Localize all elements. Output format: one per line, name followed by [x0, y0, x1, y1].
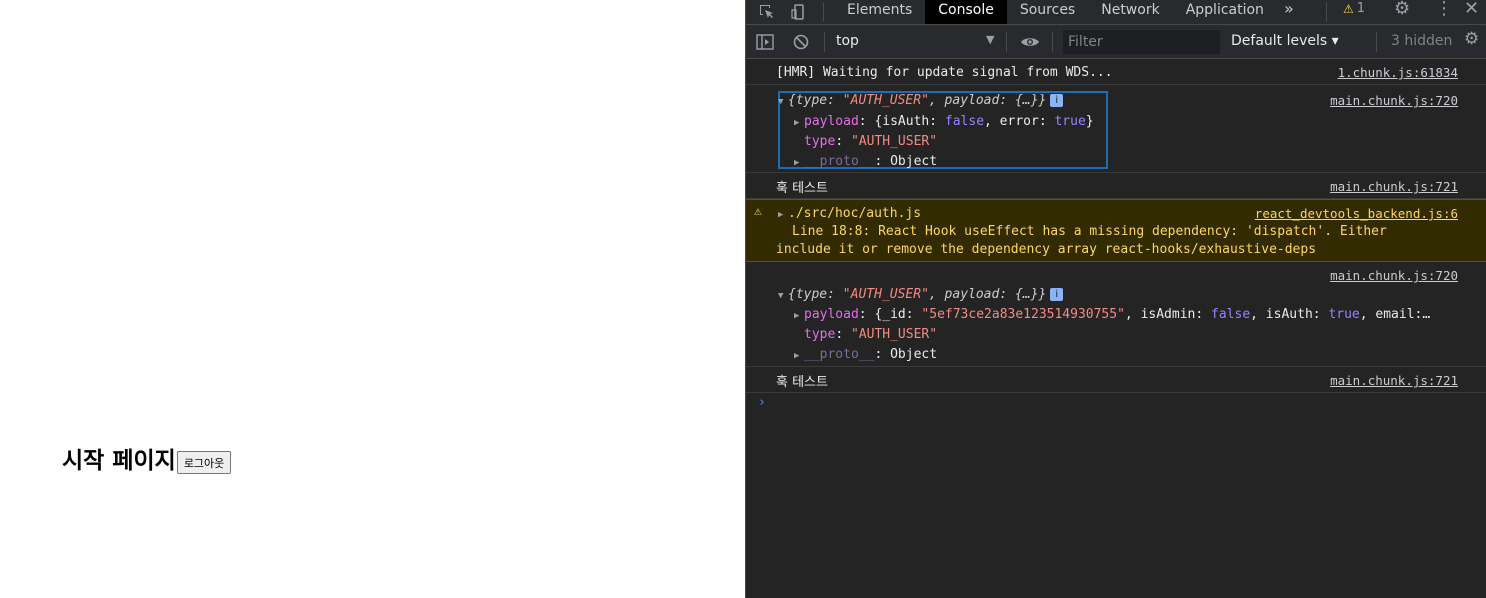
- live-expression-eye-icon[interactable]: [1019, 30, 1041, 54]
- devtools-tabbar: Elements Console Sources Network Applica…: [746, 0, 1486, 25]
- expand-triangle-icon: ▼: [778, 97, 784, 107]
- page-heading: 시작 페이지 로그아웃: [62, 446, 232, 476]
- collapsed-triangle-icon: ▶: [794, 158, 800, 168]
- console-prompt-row[interactable]: ›: [746, 393, 1486, 417]
- console-settings-gear-icon[interactable]: ⚙: [1464, 30, 1479, 54]
- console-messages: [HMR] Waiting for update signal from WDS…: [746, 59, 1486, 417]
- source-link[interactable]: main.chunk.js:720: [1330, 268, 1458, 283]
- collapsed-triangle-icon: ▶: [794, 351, 800, 361]
- tab-elements[interactable]: Elements: [834, 0, 925, 24]
- message-text: 훅 테스트: [776, 181, 828, 196]
- console-message-hook-1: 훅 테스트 main.chunk.js:721: [746, 173, 1486, 199]
- page-title: 시작 페이지: [62, 448, 176, 474]
- sidebar-toggle-icon[interactable]: [754, 30, 776, 54]
- collapsed-triangle-icon: ▶: [794, 311, 800, 321]
- expand-triangle-icon: ▼: [778, 291, 784, 301]
- type-row: type: "AUTH_USER": [804, 134, 938, 149]
- clear-console-icon[interactable]: [790, 30, 812, 54]
- source-link[interactable]: 1.chunk.js:61834: [1338, 65, 1458, 80]
- type-row: type: "AUTH_USER": [804, 327, 938, 342]
- divider: [1326, 2, 1327, 22]
- warning-line-1: Line 18:8: React Hook useEffect has a mi…: [792, 224, 1387, 239]
- inspect-element-icon[interactable]: [756, 0, 778, 24]
- device-toolbar-icon[interactable]: [788, 0, 810, 24]
- settings-gear-icon[interactable]: ⚙: [1394, 0, 1410, 24]
- warning-icon: ⚠: [1343, 2, 1354, 16]
- warning-count: 1: [1356, 1, 1366, 16]
- console-message-hook-2: 훅 테스트 main.chunk.js:721: [746, 367, 1486, 393]
- filter-input[interactable]: [1063, 30, 1220, 54]
- app-page: 시작 페이지 로그아웃: [0, 0, 745, 598]
- divider: [823, 2, 824, 22]
- divider: [1006, 32, 1007, 52]
- warning-line-2: include it or remove the dependency arra…: [776, 242, 1317, 257]
- close-icon[interactable]: ✕: [1464, 0, 1479, 24]
- console-message-object-1: ▼ {type: "AUTH_USER", payload: {…}} i main…: [746, 85, 1486, 173]
- divider: [1376, 32, 1377, 52]
- context-select[interactable]: top: [836, 33, 859, 49]
- divider: [824, 32, 825, 52]
- object-summary[interactable]: ▼ {type: "AUTH_USER", payload: {…}} i: [778, 93, 1064, 108]
- chevron-down-icon[interactable]: ▼: [986, 33, 994, 46]
- message-text: 훅 테스트: [776, 375, 828, 390]
- source-link[interactable]: main.chunk.js:721: [1330, 373, 1458, 388]
- tab-sources[interactable]: Sources: [1007, 0, 1088, 24]
- log-levels-dropdown[interactable]: Default levels ▾: [1231, 33, 1339, 49]
- hidden-count: 3 hidden: [1391, 33, 1453, 49]
- proto-row[interactable]: ▶ __proto__: Object: [794, 154, 937, 169]
- more-options-icon[interactable]: ⋮: [1435, 0, 1453, 24]
- info-icon: i: [1050, 288, 1064, 301]
- source-link[interactable]: react_devtools_backend.js:6: [1255, 206, 1458, 221]
- payload-row[interactable]: ▶ payload: {_id: "5ef73ce2a83e12351493075…: [794, 307, 1430, 322]
- collapsed-triangle-icon: ▶: [794, 118, 800, 128]
- more-tabs-icon[interactable]: »: [1284, 0, 1294, 24]
- console-message-hmr: [HMR] Waiting for update signal from WDS…: [746, 59, 1486, 85]
- console-warning: ⚠ ▶ ./src/hoc/auth.js react_devtools_back…: [746, 199, 1486, 262]
- warning-counter[interactable]: ⚠ 1: [1343, 0, 1365, 24]
- source-link[interactable]: main.chunk.js:720: [1330, 93, 1458, 108]
- info-icon: i: [1050, 94, 1064, 107]
- collapsed-triangle-icon: ▶: [778, 210, 784, 220]
- object-summary[interactable]: ▼ {type: "AUTH_USER", payload: {…}} i: [778, 287, 1064, 302]
- devtools-panel: Elements Console Sources Network Applica…: [745, 0, 1486, 598]
- tab-network[interactable]: Network: [1088, 0, 1172, 24]
- message-text: [HMR] Waiting for update signal from WDS…: [776, 65, 1113, 80]
- tab-application[interactable]: Application: [1173, 0, 1277, 24]
- tab-console[interactable]: Console: [925, 0, 1007, 24]
- payload-row[interactable]: ▶ payload: {isAuth: false, error: true}: [794, 114, 1094, 129]
- logout-button[interactable]: 로그아웃: [176, 451, 232, 474]
- warning-path[interactable]: ▶ ./src/hoc/auth.js: [778, 206, 921, 221]
- console-toolbar: top ▼ Default levels ▾ 3 hidden ⚙: [746, 25, 1486, 59]
- console-message-object-2: main.chunk.js:720 ▼ {type: "AUTH_USER", p…: [746, 262, 1486, 367]
- divider: [1052, 32, 1053, 52]
- source-link[interactable]: main.chunk.js:721: [1330, 179, 1458, 194]
- warning-icon: ⚠: [754, 204, 762, 219]
- proto-row[interactable]: ▶ __proto__: Object: [794, 347, 937, 362]
- tab-list: Elements Console Sources Network Applica…: [834, 0, 1277, 24]
- console-prompt-icon: ›: [758, 395, 766, 410]
